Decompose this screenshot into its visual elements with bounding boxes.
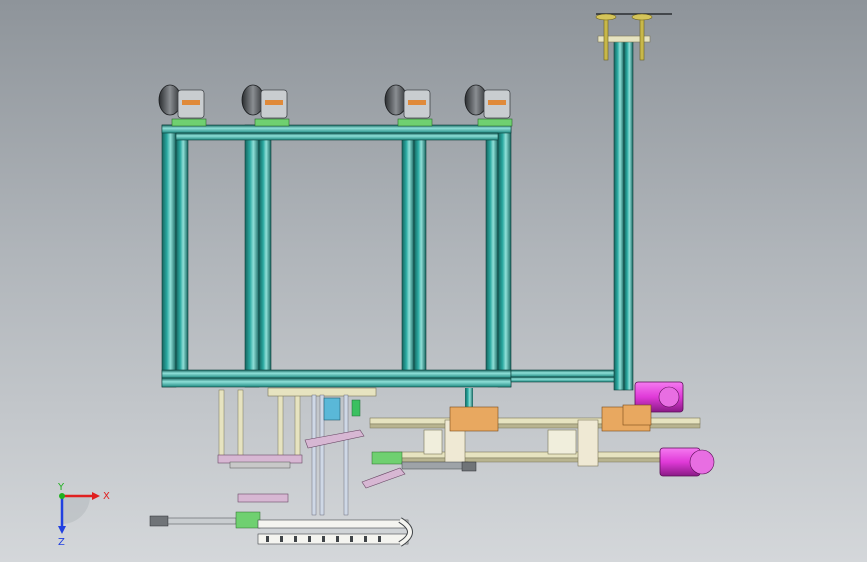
tall-column [595, 13, 672, 391]
servo-motor-icon [659, 447, 715, 477]
caster-wheel-icon [464, 84, 513, 127]
cable-chain-icon [257, 517, 413, 547]
z-axis-label: Z [58, 537, 65, 548]
cad-viewport[interactable]: X Y Z [0, 0, 867, 562]
z-axis-arrowhead [58, 526, 66, 534]
caster-wheel-icon [158, 84, 207, 127]
frame-uprights [161, 124, 512, 388]
frame-beams [161, 124, 630, 388]
x-axis-arrowhead [92, 492, 100, 500]
coordinate-triad[interactable]: X Y Z [57, 482, 110, 548]
caster-wheel-icon [384, 84, 433, 127]
caster-wheel-icon [241, 84, 290, 127]
y-axis-dot [59, 493, 65, 499]
y-axis-label: Y [57, 482, 65, 493]
x-axis-label: X [103, 491, 110, 502]
assembly-drawing[interactable]: X Y Z [0, 0, 867, 562]
